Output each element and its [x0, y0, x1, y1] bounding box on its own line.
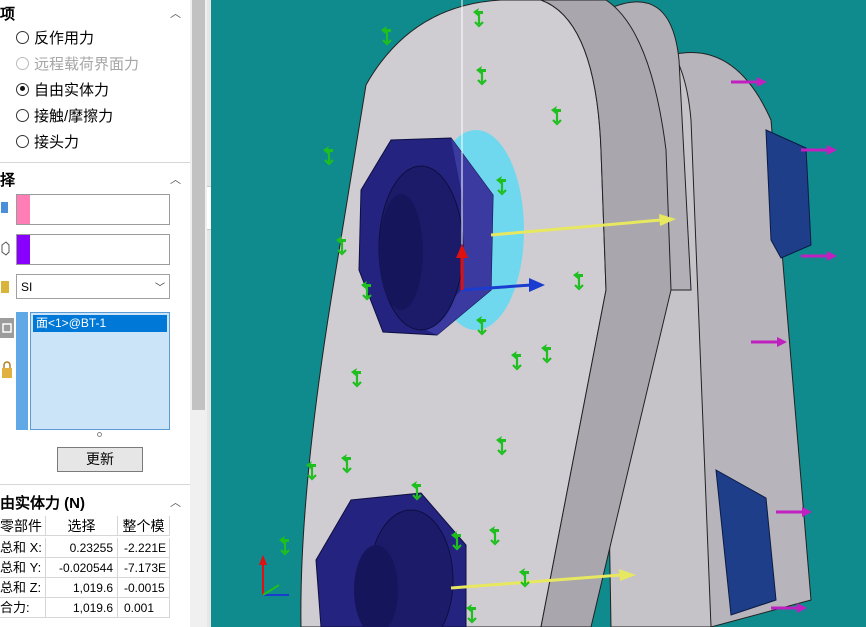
property-manager-panel: 项 ︿ 反作用力 远程载荷界面力 自由实体力 接触/摩擦力 接头力 择 ︿ SI…	[0, 0, 190, 627]
whole-model-value: -7.173E	[118, 558, 170, 578]
radio-circle-icon	[16, 56, 29, 70]
radio-circle-icon	[16, 82, 29, 96]
radio-label: 自由实体力	[34, 81, 110, 99]
whole-model-value: -0.0015	[118, 578, 170, 598]
chevron-up-icon[interactable]: ︿	[170, 5, 181, 21]
row-label: 合力:	[0, 598, 46, 618]
update-button[interactable]: 更新	[57, 447, 143, 472]
table-header-row: 零部件 选择 整个模	[0, 516, 170, 536]
selected-entities-list[interactable]: 面<1>@BT-1	[30, 312, 170, 430]
resize-grip-icon[interactable]	[97, 432, 102, 437]
selection-value: 0.23255	[46, 538, 118, 558]
load-arrow	[799, 249, 839, 263]
radio-connector-force[interactable]: 接头力	[16, 130, 79, 152]
row-label: 总和 X:	[0, 538, 46, 558]
table-row: 总和 Z: 1,019.6 -0.0015	[0, 578, 170, 598]
color-swatch	[17, 195, 30, 224]
table-row: 总和 X: 0.23255 -2.221E	[0, 538, 170, 558]
component-selection-box[interactable]	[16, 234, 170, 265]
force-glyph	[321, 144, 335, 166]
units-icon	[1, 281, 9, 293]
face-selection-box[interactable]	[16, 194, 170, 225]
table-row: 总和 Y: -0.020544 -7.173E	[0, 558, 170, 578]
radio-reaction-force[interactable]: 反作用力	[16, 26, 94, 48]
divider	[0, 162, 190, 163]
radio-label: 接头力	[34, 133, 80, 151]
nut-bore	[379, 194, 423, 310]
selection-value: 1,019.6	[46, 578, 118, 598]
radio-label: 反作用力	[34, 29, 95, 47]
selection-section-title: 择	[0, 172, 16, 189]
radio-circle-icon	[16, 134, 29, 148]
row-label: 总和 Z:	[0, 578, 46, 598]
color-swatch	[17, 235, 30, 264]
chevron-up-icon[interactable]: ︿	[170, 171, 181, 187]
graphics-viewport[interactable]	[211, 0, 866, 627]
view-triad-y	[262, 584, 280, 596]
table-header: 零部件	[0, 516, 46, 536]
whole-model-value: 0.001	[118, 598, 170, 618]
chevron-down-icon: ﹀	[155, 283, 165, 294]
table-row: 合力: 1,019.6 0.001	[0, 598, 170, 618]
selected-entities-icon	[0, 318, 14, 338]
radio-contact-friction-force[interactable]: 接触/摩擦力	[16, 104, 113, 126]
radio-free-body-force[interactable]: 自由实体力	[16, 78, 109, 100]
body-select-icon	[1, 241, 10, 256]
units-value: SI	[21, 279, 33, 294]
units-dropdown[interactable]: SI ﹀	[16, 274, 170, 299]
divider	[0, 484, 190, 485]
whole-model-value: -2.221E	[118, 538, 170, 558]
table-header: 选择	[46, 516, 118, 536]
chevron-up-icon[interactable]: ︿	[170, 494, 181, 510]
selection-value: 1,019.6	[46, 598, 118, 618]
list-color-bar	[16, 312, 28, 430]
lock-icon	[2, 361, 12, 378]
selection-value: -0.020544	[46, 558, 118, 578]
scrollbar-thumb[interactable]	[192, 0, 205, 410]
model-view	[259, 0, 839, 627]
radio-label: 接触/摩擦力	[34, 107, 114, 125]
results-section-title: 由实体力 (N)	[0, 495, 85, 512]
force-glyph	[379, 24, 393, 46]
view-triad-z-head	[259, 555, 267, 565]
force-glyph	[277, 534, 291, 556]
list-item[interactable]: 面<1>@BT-1	[33, 315, 167, 332]
row-label: 总和 Y:	[0, 558, 46, 578]
table-header: 整个模	[118, 516, 170, 536]
face-select-icon	[1, 202, 8, 213]
radio-label: 远程载荷界面力	[34, 55, 140, 73]
radio-circle-icon	[16, 108, 29, 122]
options-section-title: 项	[0, 6, 16, 23]
radio-circle-icon	[16, 30, 29, 44]
radio-remote-load-interface-force: 远程载荷界面力	[16, 52, 139, 74]
